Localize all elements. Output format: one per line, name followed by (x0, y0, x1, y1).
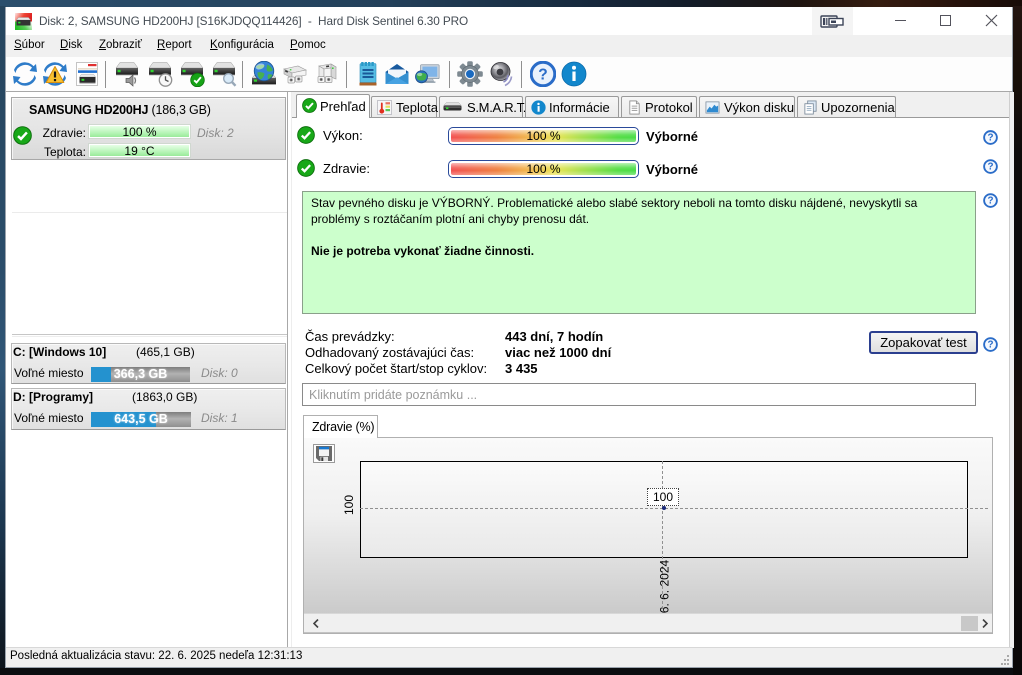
svg-text:?: ? (538, 67, 547, 84)
svg-text:?: ? (987, 133, 993, 144)
svg-text:?: ? (987, 196, 993, 207)
svg-text:?: ? (987, 162, 993, 173)
svg-text:?: ? (987, 340, 993, 351)
